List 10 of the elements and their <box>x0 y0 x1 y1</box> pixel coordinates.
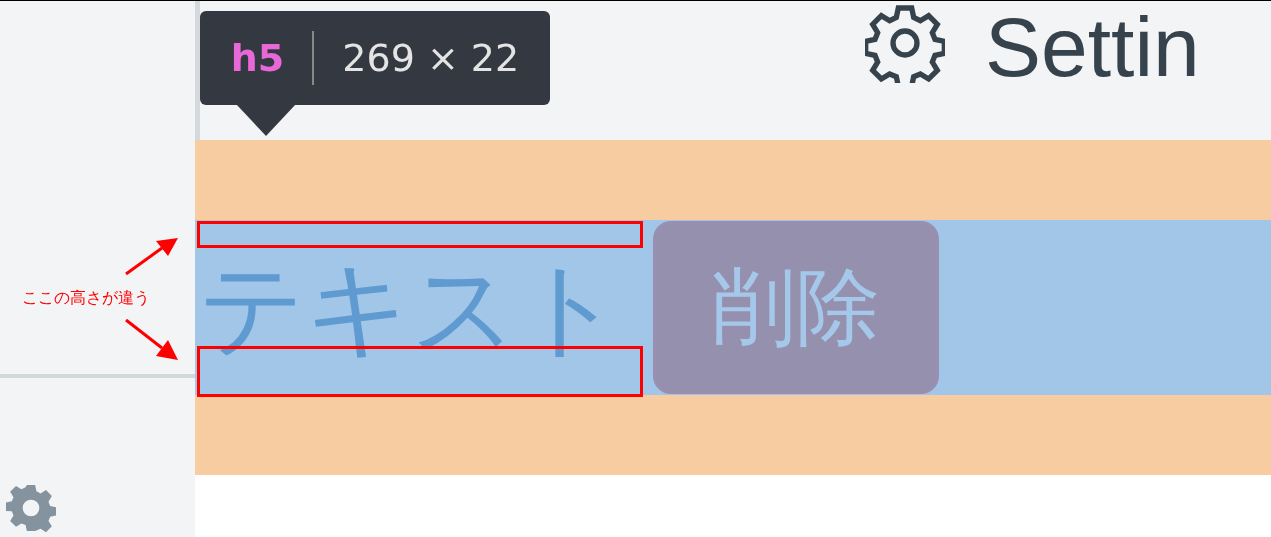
gear-icon[interactable] <box>6 483 56 533</box>
annotation-text: ここの高さが違う <box>22 288 150 309</box>
arrow <box>125 238 178 276</box>
element-size: 269 × 22 <box>342 36 520 80</box>
element-tag: h5 <box>230 36 285 80</box>
page-title: Settin <box>985 5 1200 89</box>
item-text: テキスト <box>198 255 623 360</box>
delete-button[interactable]: 削除 <box>653 221 939 394</box>
arrow <box>125 318 178 360</box>
settings-icon <box>865 3 945 83</box>
